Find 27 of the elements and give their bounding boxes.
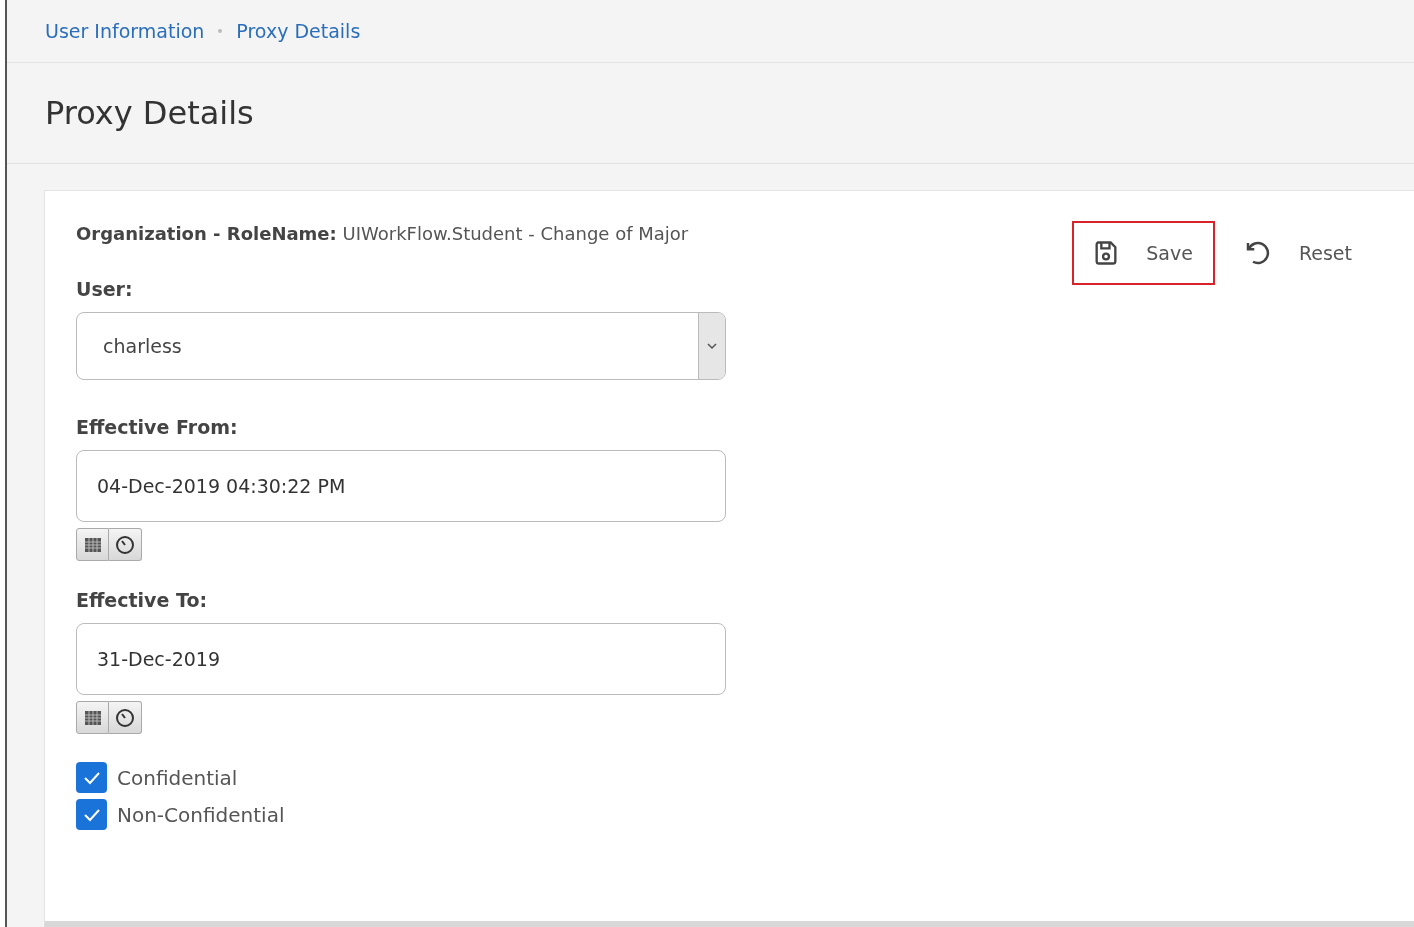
field-label: Effective To: [76,589,209,611]
checkbox[interactable] [76,762,107,793]
date-field[interactable]: 04-Dec-2019 04:30:22 PM [76,450,726,522]
field-label: Effective From: [76,416,239,438]
clock-icon [115,707,135,728]
clock-button[interactable] [109,701,142,734]
reset-button[interactable]: Reset [1222,221,1374,285]
calendar-button[interactable] [76,528,109,561]
calendar-icon [84,710,101,725]
calendar-icon [84,537,101,552]
checkbox-label[interactable]: Confidential [117,765,238,790]
field-label: User: [76,278,134,300]
organization-role-text: Organization - RoleName: UIWorkFlow.Student - Change of Major [76,223,690,244]
page-title: Proxy Details [45,94,254,132]
date-field[interactable]: 31-Dec-2019 [76,623,726,695]
clock-icon [115,534,135,555]
user-select[interactable]: charless [76,312,726,380]
chevron-down-icon [706,342,718,350]
checkbox[interactable] [76,799,107,830]
breadcrumb-link[interactable]: User Information [45,20,205,42]
check-icon [82,770,101,785]
calendar-button[interactable] [76,701,109,734]
breadcrumb-link[interactable]: Proxy Details [236,20,361,42]
clock-button[interactable] [109,528,142,561]
check-icon [82,807,101,822]
checkbox-label[interactable]: Non-Confidential [117,802,285,827]
save-button[interactable]: Save [1072,221,1215,285]
